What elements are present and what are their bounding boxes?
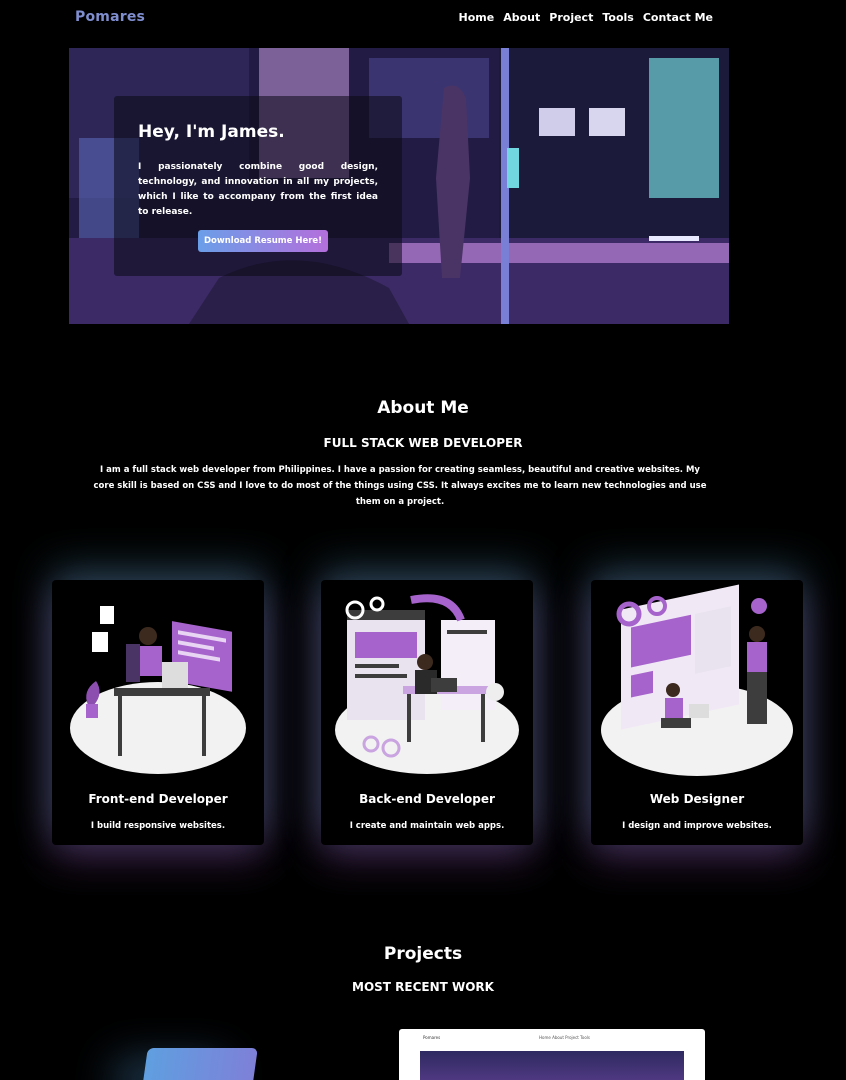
hero-banner: Hey, I'm James. I passionately combine g… — [69, 48, 729, 324]
service-card-backend: Back-end Developer I create and maintain… — [321, 580, 533, 845]
about-description: I am a full stack web developer from Phi… — [93, 465, 707, 507]
hero-intro-card: Hey, I'm James. I passionately combine g… — [114, 96, 402, 276]
nav-link-project[interactable]: Project — [549, 11, 593, 24]
download-resume-button[interactable]: Download Resume Here! — [198, 230, 329, 252]
service-description: I design and improve websites. — [622, 821, 772, 831]
about-subtitle: FULL STACK WEB DEVELOPER — [323, 436, 523, 450]
project-thumbnail-nav: Home About Project Tools — [539, 1035, 590, 1040]
about-section-title: About Me — [377, 398, 469, 418]
service-description: I create and maintain web apps. — [349, 821, 505, 831]
service-description: I build responsive websites. — [90, 821, 226, 831]
top-navbar: Pomares Home About Project Tools Contact… — [0, 0, 846, 36]
projects-section-title: Projects — [383, 944, 463, 964]
web-designer-illustration — [601, 584, 793, 776]
project-thumbnail[interactable]: Pomares Home About Project Tools — [399, 1029, 705, 1080]
nav-link-tools[interactable]: Tools — [602, 11, 633, 24]
nav-link-home[interactable]: Home — [459, 11, 495, 24]
service-card-designer: Web Designer I design and improve websit… — [591, 580, 803, 845]
hero-title: Hey, I'm James. — [138, 122, 285, 142]
service-title: Front-end Developer — [88, 792, 228, 806]
project-thumbnail[interactable] — [142, 1048, 258, 1080]
site-logo[interactable]: Pomares — [75, 9, 145, 25]
nav-link-contact[interactable]: Contact Me — [643, 11, 713, 24]
frontend-developer-illustration — [70, 606, 246, 774]
project-thumbnail-logo: Pomares — [423, 1035, 441, 1040]
nav-menu: Home About Project Tools Contact Me — [459, 11, 713, 24]
service-title: Web Designer — [649, 792, 745, 806]
nav-link-about[interactable]: About — [503, 11, 540, 24]
hero-description: I passionately combine good design, tech… — [138, 162, 378, 217]
project-thumbnail-hero-image — [420, 1051, 684, 1080]
projects-subtitle: MOST RECENT WORK — [352, 980, 494, 994]
service-card-frontend: Front-end Developer I build responsive w… — [52, 580, 264, 845]
backend-developer-illustration — [335, 594, 519, 774]
service-title: Back-end Developer — [359, 792, 495, 806]
